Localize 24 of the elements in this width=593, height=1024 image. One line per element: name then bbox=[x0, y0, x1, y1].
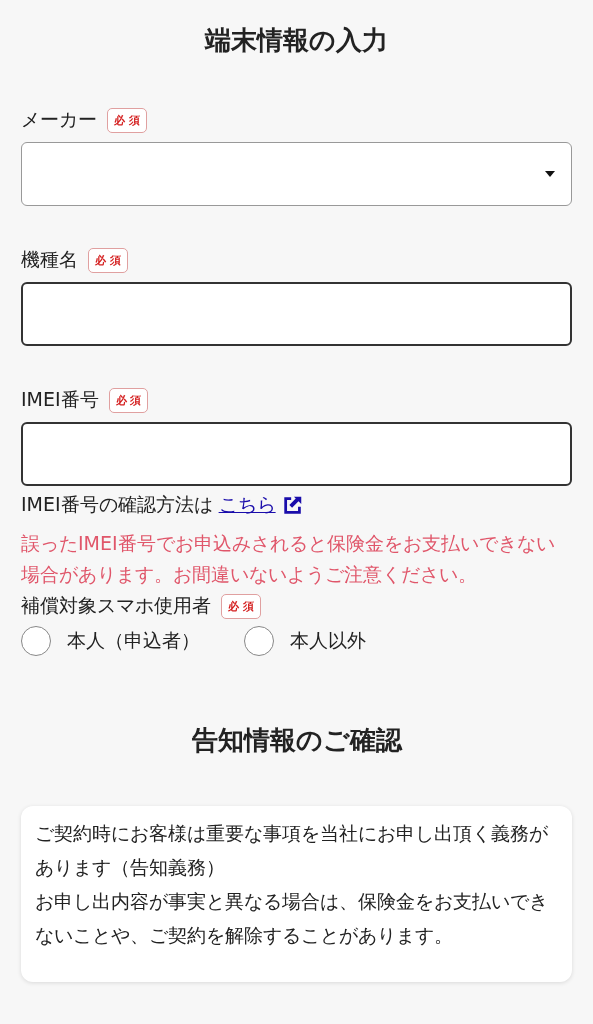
required-badge: 必 須 bbox=[108, 387, 149, 413]
select-field[interactable] bbox=[21, 142, 572, 206]
radio-label[interactable]: 本人以外 bbox=[290, 628, 366, 654]
warning-text: 誤ったIMEI番号でお申込みされると保険金をお支払いできない場合があります。お間違いないようご注意ください。 bbox=[21, 531, 556, 587]
notice-text: ご契約時にお客様は重要な事項を当社にお申し出頂く義務があります（告知義務） bbox=[35, 821, 549, 880]
field-label: 補償対象スマホ使用者 bbox=[21, 593, 211, 618]
help-text: IMEI番号の確認方法は bbox=[21, 492, 213, 517]
field-label: IMEI番号 bbox=[21, 387, 99, 412]
section-title: 告知情報のご確認 bbox=[190, 724, 404, 757]
page-title: 端末情報の入力 bbox=[203, 24, 389, 57]
radio-button[interactable] bbox=[244, 626, 274, 656]
radio-label[interactable]: 本人（申込者） bbox=[67, 628, 200, 654]
help-link[interactable]: こちら bbox=[218, 492, 276, 518]
notice-text: お申し出内容が事実と異なる場合は、保険金をお支払いできないことや、ご契約を解除することがあります。 bbox=[35, 889, 549, 948]
field-label: 機種名 bbox=[21, 247, 78, 272]
input-field[interactable] bbox=[21, 282, 572, 346]
required-badge: 必 須 bbox=[88, 247, 128, 273]
required-badge: 必 須 bbox=[221, 593, 261, 619]
caret-icon bbox=[545, 171, 555, 177]
required-badge: 必 須 bbox=[107, 107, 147, 133]
external-link-icon bbox=[281, 494, 304, 516]
radio-button[interactable] bbox=[21, 626, 51, 656]
field-label: メーカー bbox=[21, 107, 97, 132]
input-field[interactable] bbox=[21, 422, 572, 486]
